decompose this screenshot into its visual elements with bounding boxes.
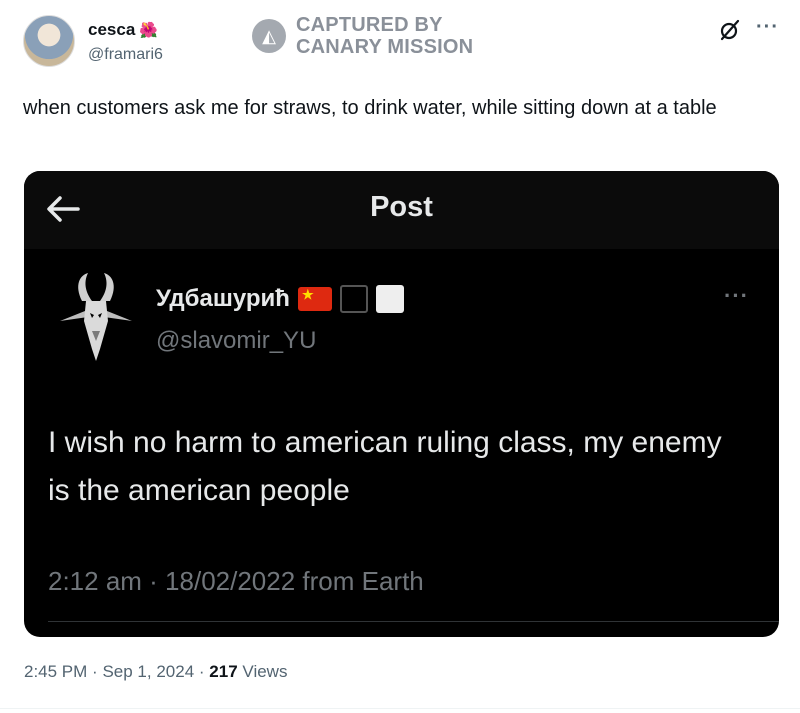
- watermark-line-2: CANARY MISSION: [296, 36, 474, 58]
- embedded-screenshot[interactable]: Post Удбашурић ★ @slavomir_YU ··· I wish…: [24, 171, 779, 637]
- tweet-meta: 2:45 PM · Sep 1, 2024 · 217 Views: [24, 662, 287, 682]
- meta-separator: ·: [92, 662, 98, 681]
- tweet-text: when customers ask me for straws, to dri…: [23, 97, 717, 119]
- canary-logo-icon: ◭: [252, 19, 286, 53]
- embedded-divider: [48, 621, 779, 622]
- tweet-date[interactable]: Sep 1, 2024: [102, 662, 194, 681]
- embedded-header: Post: [24, 171, 779, 249]
- author-name-text[interactable]: cesca: [88, 20, 135, 39]
- author-handle[interactable]: @framari6: [88, 46, 163, 64]
- china-flag-icon: ★: [297, 287, 332, 311]
- embedded-author-name: Удбашурић ★: [156, 285, 404, 313]
- bottom-divider: [0, 708, 800, 709]
- goat-avatar-icon: [60, 273, 132, 361]
- meta-separator: ·: [198, 662, 205, 681]
- embedded-handle: @slavomir_YU: [156, 327, 317, 354]
- embedded-post-text: I wish no harm to american ruling class,…: [48, 426, 722, 507]
- flower-emoji-icon: 🌺: [139, 22, 158, 39]
- views-label: Views: [242, 662, 288, 681]
- embedded-more-icon: ···: [724, 283, 749, 308]
- views-count: 217: [209, 662, 238, 681]
- black-square-icon: [339, 285, 368, 313]
- embedded-post-meta: 2:12 am · 18/02/2022 from Earth: [48, 566, 424, 596]
- grok-icon[interactable]: [718, 18, 742, 42]
- white-square-icon: [375, 285, 404, 313]
- embedded-header-title: Post: [370, 191, 433, 223]
- author-name[interactable]: cesca 🌺: [88, 20, 158, 40]
- watermark-text: CAPTURED BY CANARY MISSION: [296, 14, 473, 58]
- avatar[interactable]: [23, 15, 75, 67]
- tweet-time[interactable]: 2:45 PM: [24, 662, 87, 681]
- embedded-author-name-text: Удбашурић: [156, 285, 290, 312]
- watermark-line-1: CAPTURED BY: [296, 14, 443, 36]
- more-icon[interactable]: ···: [756, 16, 779, 39]
- watermark: ◭ CAPTURED BY CANARY MISSION: [252, 14, 473, 58]
